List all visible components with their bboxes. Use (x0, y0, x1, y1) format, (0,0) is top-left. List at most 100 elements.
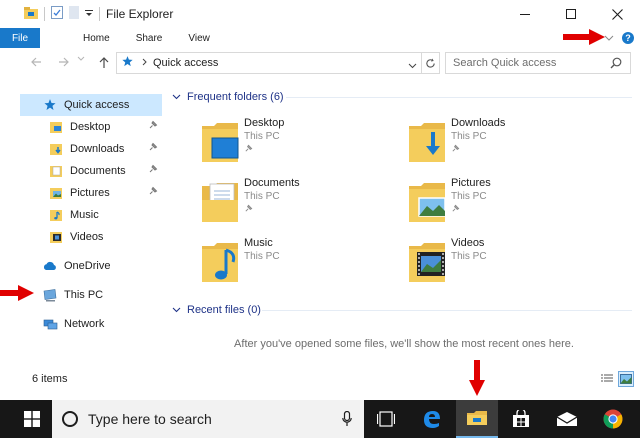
sidebar-item-this-pc[interactable]: This PC (20, 284, 162, 306)
pin-icon[interactable] (148, 164, 158, 177)
pin-icon[interactable] (148, 142, 158, 155)
folder-tile-desktop[interactable]: Desktop This PC (168, 114, 368, 170)
pin-icon (244, 144, 284, 156)
sidebar-item-documents[interactable]: Documents (20, 160, 162, 182)
tab-home[interactable]: Home (40, 28, 123, 48)
group-divider (286, 97, 632, 98)
sidebar-item-quick-access[interactable]: Quick access (20, 94, 162, 116)
toolbar-divider (99, 7, 100, 21)
search-input[interactable] (453, 57, 603, 69)
sidebar-item-downloads[interactable]: Downloads (20, 138, 162, 160)
new-folder-icon[interactable] (69, 6, 79, 22)
cortana-circle-icon[interactable] (62, 411, 78, 427)
breadcrumb-location[interactable]: Quick access (153, 57, 218, 69)
pin-icon[interactable] (148, 186, 158, 199)
this-pc-computer-icon (42, 287, 58, 303)
title-bar: File Explorer (0, 0, 640, 28)
folder-tile-music[interactable]: Music This PC (168, 234, 368, 290)
sidebar-item-network[interactable]: Network (20, 313, 162, 335)
taskbar-search-box[interactable]: Type here to search (52, 400, 364, 438)
sidebar-item-videos[interactable]: Videos (20, 226, 162, 248)
sidebar-item-onedrive[interactable]: OneDrive (20, 255, 162, 277)
tab-file[interactable]: File (0, 28, 40, 48)
downloads-folder-icon (407, 118, 447, 164)
frequent-folders-header[interactable]: Frequent folders (6) (172, 88, 284, 106)
tile-meta: Pictures This PC (451, 176, 491, 230)
customize-toolbar-chevron-icon[interactable] (85, 8, 93, 20)
sidebar-item-label: Downloads (70, 143, 125, 155)
edge-icon[interactable] (411, 400, 453, 438)
collapse-chevron-icon[interactable] (172, 304, 181, 316)
toolbar-divider (44, 7, 45, 21)
window-controls (502, 0, 640, 28)
mail-icon[interactable] (546, 400, 588, 438)
downloads-folder-icon (48, 141, 64, 157)
sidebar-item-pictures[interactable]: Pictures (20, 182, 162, 204)
details-view-icon[interactable] (599, 371, 615, 387)
sidebar-item-label: Network (64, 318, 105, 330)
tile-meta: Videos This PC (451, 236, 487, 290)
properties-icon[interactable] (51, 6, 63, 22)
desktop-folder-icon (200, 118, 240, 164)
forward-arrow-icon[interactable] (54, 56, 74, 68)
onedrive-cloud-icon (42, 258, 58, 274)
file-explorer-app-icon[interactable] (24, 6, 38, 22)
tile-meta: Desktop This PC (244, 116, 284, 170)
folder-tile-videos[interactable]: Videos This PC (375, 234, 575, 290)
folder-location: This PC (244, 131, 280, 142)
annotation-arrow-right (0, 285, 34, 304)
tab-view[interactable]: View (175, 28, 223, 48)
pin-icon (451, 204, 491, 216)
search-icon[interactable] (610, 57, 622, 72)
recent-files-header[interactable]: Recent files (0) (172, 301, 261, 319)
folder-location: This PC (244, 251, 280, 262)
breadcrumb-chevron-icon[interactable] (142, 57, 147, 69)
refresh-button[interactable] (422, 52, 440, 74)
taskbar-search-placeholder[interactable]: Type here to search (88, 411, 212, 427)
sidebar-item-desktop[interactable]: Desktop (20, 116, 162, 138)
address-row: Quick access (0, 50, 640, 77)
group-divider (262, 310, 632, 311)
documents-folder-icon (200, 178, 240, 224)
recent-locations-chevron-icon[interactable] (74, 56, 88, 61)
empty-recent-message: After you've opened some files, we'll sh… (234, 338, 574, 350)
address-bar[interactable]: Quick access (116, 52, 422, 74)
up-arrow-icon[interactable] (94, 56, 114, 69)
task-view-icon[interactable] (365, 400, 407, 438)
search-box[interactable] (445, 52, 631, 74)
maximize-button[interactable] (548, 0, 594, 28)
folder-tile-downloads[interactable]: Downloads This PC (375, 114, 575, 170)
pictures-folder-icon (48, 185, 64, 201)
store-icon[interactable] (500, 400, 542, 438)
tab-share[interactable]: Share (123, 28, 176, 48)
address-dropdown-chevron-icon[interactable] (408, 60, 417, 72)
folder-tile-documents[interactable]: Documents This PC (168, 174, 368, 230)
item-count: 6 items (32, 373, 68, 385)
ribbon-tabs: File Home Share View ? (0, 28, 640, 48)
videos-folder-icon (48, 229, 64, 245)
collapse-chevron-icon[interactable] (172, 91, 181, 103)
group-header-label: Recent files (0) (187, 304, 261, 316)
folder-location: This PC (451, 131, 487, 142)
navigation-pane: Quick access Desktop Downloads Documents (20, 94, 162, 335)
view-switcher (599, 371, 634, 387)
large-icons-view-icon[interactable] (618, 371, 634, 387)
pin-icon[interactable] (148, 120, 158, 133)
window-title: File Explorer (106, 7, 174, 21)
minimize-button[interactable] (502, 0, 548, 28)
folder-tile-pictures[interactable]: Pictures This PC (375, 174, 575, 230)
start-button[interactable] (14, 400, 50, 438)
folder-name: Documents (244, 177, 300, 189)
back-arrow-icon[interactable] (26, 56, 46, 68)
chrome-icon[interactable] (592, 400, 634, 438)
help-icon[interactable]: ? (622, 32, 634, 44)
file-explorer-icon[interactable] (456, 400, 498, 438)
expand-ribbon-chevron-icon[interactable] (604, 32, 614, 44)
microphone-icon[interactable] (342, 410, 352, 430)
tile-meta: Documents This PC (244, 176, 300, 230)
sidebar-item-music[interactable]: Music (20, 204, 162, 226)
close-button[interactable] (594, 0, 640, 28)
pictures-folder-icon (407, 178, 447, 224)
